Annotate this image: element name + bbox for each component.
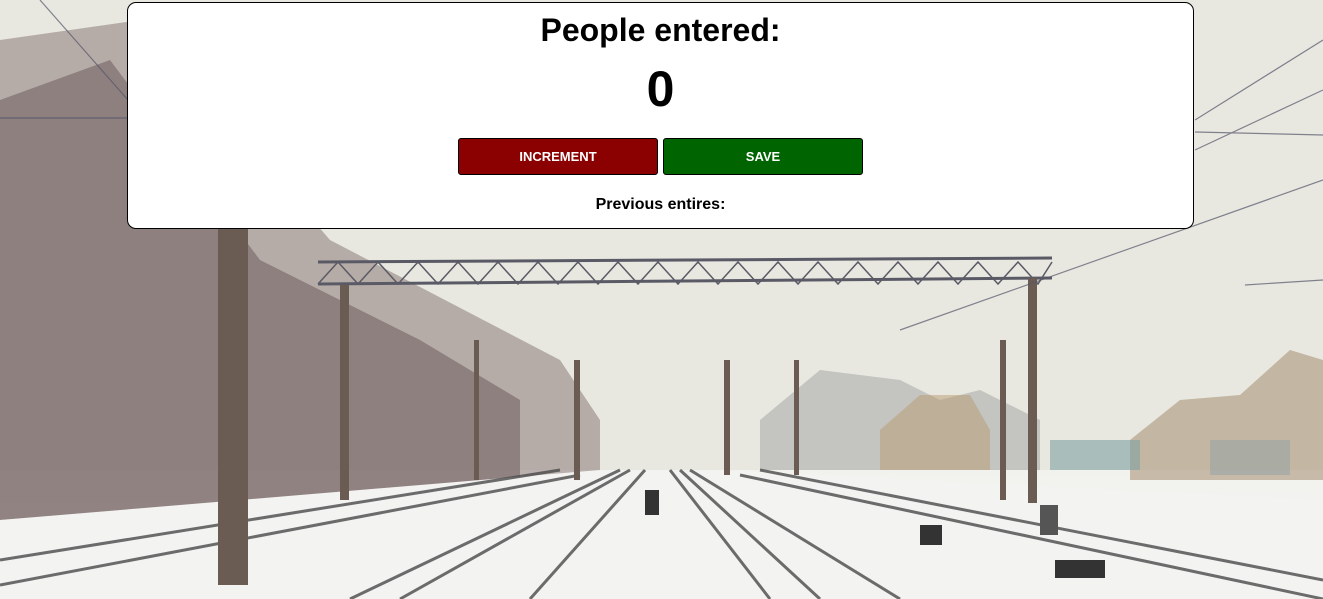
people-entered-heading: People entered:	[540, 12, 781, 48]
increment-button[interactable]: INCREMENT	[458, 138, 658, 175]
people-count-value: 0	[646, 61, 675, 117]
counter-card: People entered: 0 INCREMENT SAVE Previou…	[127, 2, 1194, 229]
previous-entries-label: Previous entires:	[595, 196, 726, 213]
button-row: INCREMENT SAVE	[128, 138, 1193, 175]
save-button[interactable]: SAVE	[663, 138, 863, 175]
